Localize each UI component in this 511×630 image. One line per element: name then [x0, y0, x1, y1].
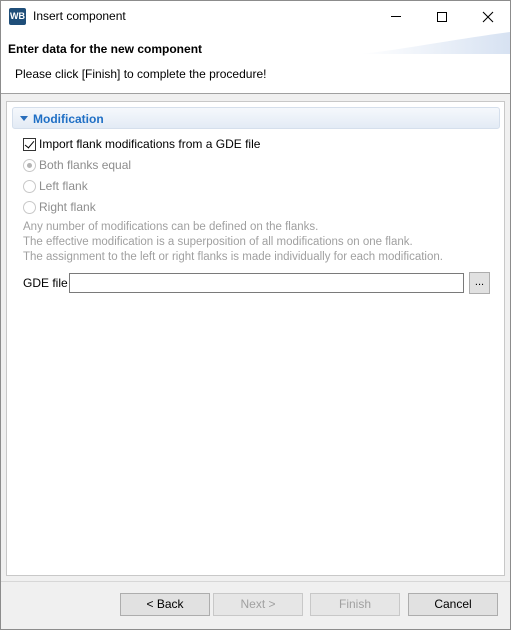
- radio-both-flanks-row[interactable]: Both flanks equal: [23, 157, 131, 173]
- window-title: Insert component: [33, 9, 126, 23]
- radio-right-flank[interactable]: [23, 200, 36, 214]
- page-title: Enter data for the new component: [8, 42, 203, 56]
- import-checkbox[interactable]: [23, 137, 36, 151]
- collapse-triangle-icon: [20, 116, 28, 121]
- cancel-button[interactable]: Cancel: [408, 593, 498, 616]
- close-button[interactable]: [465, 1, 511, 32]
- banner-decoration: [360, 32, 510, 54]
- title-bar: WB Insert component: [1, 1, 510, 32]
- info-line: The assignment to the left or right flan…: [23, 251, 443, 263]
- minimize-icon: [391, 16, 401, 17]
- radio-right-flank-label: Right flank: [39, 200, 96, 214]
- radio-both-flanks[interactable]: [23, 158, 36, 172]
- finish-button[interactable]: Finish: [310, 593, 400, 616]
- maximize-button[interactable]: [419, 1, 465, 32]
- maximize-icon: [437, 11, 447, 22]
- browse-button[interactable]: ...: [469, 272, 490, 294]
- minimize-button[interactable]: [373, 1, 419, 32]
- radio-left-flank-label: Left flank: [39, 179, 88, 193]
- info-line: Any number of modifications can be defin…: [23, 221, 319, 233]
- radio-both-flanks-label: Both flanks equal: [39, 158, 132, 172]
- section-title: Modification: [33, 112, 104, 126]
- gde-file-input[interactable]: [69, 273, 464, 293]
- back-button[interactable]: < Back: [120, 593, 210, 616]
- section-modification-header[interactable]: Modification: [12, 107, 500, 129]
- main-panel: Modification Import flank modifications …: [6, 101, 505, 576]
- page-instruction: Please click [Finish] to complete the pr…: [15, 67, 267, 81]
- radio-right-flank-row[interactable]: Right flank: [23, 199, 96, 215]
- radio-left-flank-row[interactable]: Left flank: [23, 178, 88, 194]
- import-checkbox-row[interactable]: Import flank modifications from a GDE fi…: [23, 136, 260, 152]
- gde-file-label: GDE file: [23, 276, 68, 290]
- close-icon: [482, 11, 494, 22]
- app-icon: WB: [9, 8, 26, 25]
- import-checkbox-label: Import flank modifications from a GDE fi…: [39, 137, 261, 151]
- insert-component-dialog: WB Insert component Enter data for the n…: [0, 0, 511, 630]
- next-button[interactable]: Next >: [213, 593, 303, 616]
- footer-separator: [1, 581, 510, 582]
- radio-left-flank[interactable]: [23, 179, 36, 193]
- info-line: The effective modification is a superpos…: [23, 236, 413, 248]
- header-banner: Enter data for the new component Please …: [1, 32, 510, 94]
